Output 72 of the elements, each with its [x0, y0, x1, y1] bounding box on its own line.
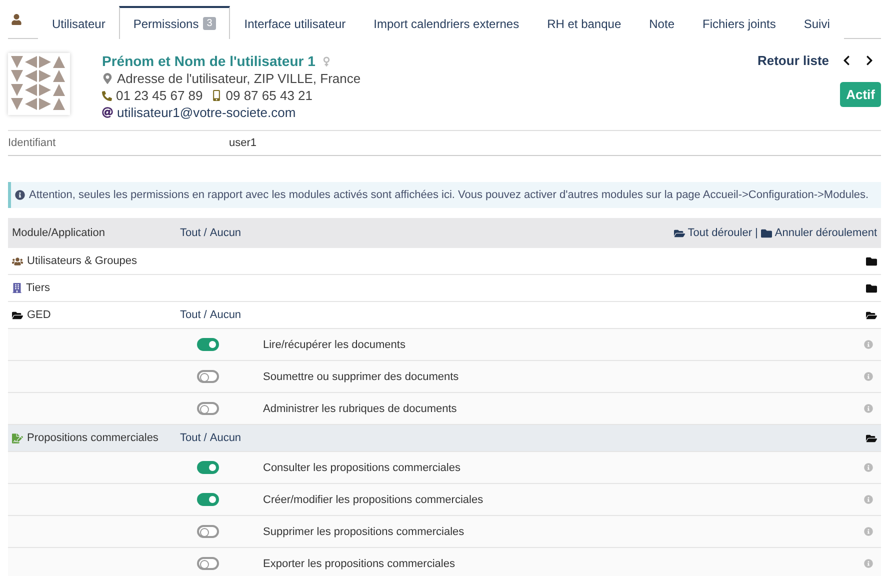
collapse-all-link[interactable]: Annuler déroulement — [774, 227, 877, 239]
permission-label: Soumettre ou supprimer des documents — [263, 370, 459, 382]
folder-toggle-icon[interactable] — [866, 282, 877, 294]
info-icon[interactable] — [864, 559, 873, 568]
building-icon — [12, 283, 22, 293]
address-text: Adresse de l'utilisateur, ZIP VILLE, France — [117, 71, 361, 86]
folder-icon — [674, 228, 685, 238]
field-value: user1 — [229, 137, 257, 149]
module-name: Tiers — [26, 282, 50, 294]
permission-label: Exporter les propositions commerciales — [263, 558, 455, 570]
phone-icon — [102, 90, 112, 100]
module-name: Utilisateurs & Groupes — [27, 255, 138, 267]
tab[interactable]: Permissions 3 — [119, 6, 230, 39]
users-icon — [12, 256, 23, 266]
module-row[interactable]: Propositions commerciales Tout / Aucun — [8, 425, 881, 452]
permission-toggle[interactable] — [197, 557, 219, 570]
info-icon[interactable] — [864, 372, 873, 381]
module-name: Propositions commerciales — [27, 432, 158, 444]
permission-label: Supprimer les propositions commerciales — [263, 526, 464, 538]
separator-text: / — [202, 309, 208, 321]
permission-toggle[interactable] — [197, 402, 219, 415]
user-name: Prénom et Nom de l'utilisateur 1 — [102, 53, 316, 69]
folder-icon — [12, 310, 23, 320]
permission-label: Administrer les rubriques de documents — [263, 402, 457, 414]
permission-toggle[interactable] — [197, 493, 219, 506]
email-link[interactable]: utilisateur1@votre-societe.com — [117, 105, 296, 120]
info-icon[interactable] — [864, 463, 873, 472]
back-link[interactable]: Retour liste — [757, 53, 829, 68]
info-icon[interactable] — [864, 527, 873, 536]
document-icon — [12, 432, 23, 444]
permission-toggle[interactable] — [197, 370, 219, 383]
user-icon[interactable] — [11, 14, 22, 25]
info-icon — [15, 190, 25, 200]
module-name: GED — [27, 309, 51, 321]
mobile-icon — [210, 90, 222, 101]
info-icon[interactable] — [864, 404, 873, 413]
separator-text: / — [202, 432, 208, 444]
phone-text: 01 23 45 67 89 — [116, 88, 203, 103]
permission-label: Créer/modifier les propositions commerciales — [263, 494, 484, 506]
tab[interactable]: Utilisateur — [38, 7, 120, 39]
status-badge: Actif — [840, 82, 881, 107]
at-icon — [102, 107, 113, 118]
separator-text: / — [202, 227, 208, 239]
separator-text: | — [754, 227, 759, 239]
notice-text: Attention, seules les permissions en rapport avec les modules activés sont affichées ici. Vous pouvez activer d'autres modules sur la page Accueil->Configuration->Modules. — [29, 189, 869, 201]
select-none-link[interactable]: Aucun — [210, 227, 242, 239]
location-icon — [102, 73, 113, 84]
select-all-link[interactable]: Tout — [180, 227, 201, 239]
permission-toggle[interactable] — [197, 525, 219, 538]
mobile-text: 09 87 65 43 21 — [226, 88, 312, 103]
info-icon[interactable] — [864, 340, 873, 349]
field-label: Identifiant — [8, 137, 57, 149]
permission-label: Lire/récupérer les documents — [263, 338, 406, 350]
select-all-link[interactable]: Tout — [180, 309, 201, 321]
count-badge: 3 — [202, 17, 216, 30]
gender-icon — [321, 56, 332, 66]
select-none-link[interactable]: Aucun — [210, 432, 242, 444]
next-icon[interactable] — [864, 55, 875, 66]
avatar-pattern-icon — [8, 53, 70, 115]
folder-icon — [760, 228, 772, 238]
column-header: Module/Application — [12, 227, 106, 239]
folder-toggle-icon[interactable] — [866, 256, 877, 266]
permission-toggle[interactable] — [197, 461, 219, 474]
select-all-link[interactable]: Tout — [180, 432, 201, 444]
expand-all-link[interactable]: Tout dérouler — [688, 227, 752, 239]
folder-toggle-icon[interactable] — [866, 432, 877, 444]
select-none-link[interactable]: Aucun — [210, 309, 242, 321]
permission-toggle[interactable] — [197, 338, 219, 351]
permission-label: Consulter les propositions commerciales — [263, 462, 460, 474]
info-icon[interactable] — [864, 495, 873, 504]
folder-toggle-icon[interactable] — [866, 310, 877, 320]
previous-icon[interactable] — [841, 55, 852, 66]
